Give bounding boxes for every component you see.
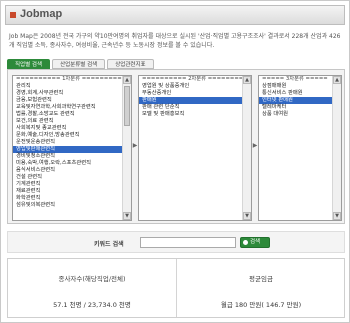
list-item[interactable]: 부동산중개인 xyxy=(139,90,242,97)
list-item[interactable]: 영업원 및 상품중개인 xyxy=(139,83,242,90)
keyword-search-bar: 키워드 검색 검색 xyxy=(7,231,345,253)
list-item[interactable]: 판매 관련 단순직 xyxy=(139,104,242,111)
tab-occupation-search[interactable]: 직업별 검색 xyxy=(7,59,51,69)
list-item[interactable]: 모델 및 판매홍보직 xyxy=(139,111,242,118)
list-item[interactable]: 상품 대여원 xyxy=(259,111,332,118)
level1-scrollbar[interactable]: ▲ ▼ xyxy=(122,76,131,220)
list-header: ========== 1차분류 ========== xyxy=(16,76,122,82)
scroll-up-icon[interactable]: ▲ xyxy=(243,76,251,84)
list-header: ===== 3차분류 ===== xyxy=(262,76,328,82)
tab-commerce-indicators[interactable]: 상업관련지표 xyxy=(107,59,154,69)
scroll-up-icon[interactable]: ▲ xyxy=(333,76,341,84)
level1-items: ========== 1차분류 ========== 관리직 경영,회계,사무관련직… xyxy=(13,76,122,220)
list-item[interactable]: 텔레마케터 xyxy=(259,104,332,111)
level3-category-list[interactable]: ===== 3차분류 ===== 상점매매원 통신서비스 판매원 인터넷 판매원 텔레마… xyxy=(258,75,342,221)
scroll-thumb[interactable] xyxy=(124,86,130,126)
title-bar: Jobmap xyxy=(5,5,345,25)
page-title: Jobmap xyxy=(20,8,63,20)
list-item[interactable]: 재료관련직 xyxy=(13,188,122,195)
keyword-search-label: 키워드 검색 xyxy=(94,241,124,248)
intro-text: Job Map은 2008년 전국 가구의 약10만여명의 취업자를 대상으로 … xyxy=(9,33,341,49)
scroll-up-icon[interactable]: ▲ xyxy=(123,76,131,84)
average-wage-value: 월급 180 만원( 146.7 만원) xyxy=(220,301,302,309)
search-tabs: 직업별 검색 산업분류별 검색 상업관련지표 xyxy=(7,59,154,69)
level2-items: ========== 2차분류 ========== 영업원 및 상품중개인 부동산… xyxy=(139,76,242,220)
list-item[interactable]: 화학관련직 xyxy=(13,195,122,202)
worker-count-label: 종사자수(해당직업/전체) xyxy=(58,275,126,283)
list-item[interactable]: 판매원 xyxy=(139,97,242,104)
list-item[interactable]: 통신서비스 판매원 xyxy=(259,90,332,97)
average-wage-label: 평균임금 xyxy=(249,275,273,283)
stats-panel: 종사자수(해당직업/전체) 57.1 천명 / 23,734.0 천명 평균임금… xyxy=(7,258,345,318)
list-item[interactable]: 금융,보험관련직 xyxy=(13,97,122,104)
level1-category-list[interactable]: ========== 1차분류 ========== 관리직 경영,회계,사무관련직… xyxy=(12,75,132,221)
classification-panel: ========== 1차분류 ========== 관리직 경영,회계,사무관련직… xyxy=(7,69,345,224)
search-button[interactable]: 검색 xyxy=(240,237,270,248)
list-item[interactable]: 교육및자연과학,사회과학연구관련직 xyxy=(13,104,122,111)
list-item[interactable]: 보건,의료 관련직 xyxy=(13,118,122,125)
list-item[interactable]: 법률,경찰,소방교도 관련직 xyxy=(13,111,122,118)
list-item[interactable]: 건설 관련직 xyxy=(13,174,122,181)
level3-scrollbar[interactable]: ▲ ▼ xyxy=(332,76,341,220)
list-item[interactable]: 영업및판매관련직 xyxy=(13,146,122,153)
keyword-search-input[interactable] xyxy=(140,237,236,248)
list-item[interactable]: 관리직 xyxy=(13,83,122,90)
list-item[interactable]: 문화,예술,디자인,방송관련직 xyxy=(13,132,122,139)
worker-count-value: 57.1 천명 / 23,734.0 천명 xyxy=(53,301,131,309)
list-item[interactable]: 사회복지및 종교관련직 xyxy=(13,125,122,132)
level2-category-list[interactable]: ========== 2차분류 ========== 영업원 및 상품중개인 부동산… xyxy=(138,75,252,221)
list-item[interactable]: 운전및운송관련직 xyxy=(13,139,122,146)
list-header: ========== 2차분류 ========== xyxy=(142,76,242,82)
list-item[interactable]: 상점매매원 xyxy=(259,83,332,90)
list-item[interactable]: 섬유및의복관련직 xyxy=(13,202,122,209)
scroll-down-icon[interactable]: ▼ xyxy=(123,212,131,220)
level2-scrollbar[interactable]: ▲ ▼ xyxy=(242,76,251,220)
list-item[interactable]: 경영,회계,사무관련직 xyxy=(13,90,122,97)
search-go-icon xyxy=(243,240,248,245)
search-button-label: 검색 xyxy=(250,239,261,245)
level3-items: ===== 3차분류 ===== 상점매매원 통신서비스 판매원 인터넷 판매원 텔레마… xyxy=(259,76,332,220)
list-item[interactable]: 기계관련직 xyxy=(13,181,122,188)
title-bullet-icon xyxy=(10,12,16,18)
list-item[interactable]: 음식서비스관련직 xyxy=(13,167,122,174)
scroll-down-icon[interactable]: ▼ xyxy=(243,212,251,220)
tab-industry-search[interactable]: 산업분류별 검색 xyxy=(52,59,106,69)
list-item[interactable]: 경비및청소관련직 xyxy=(13,153,122,160)
jobmap-window: Jobmap Job Map은 2008년 전국 가구의 약10만여명의 취업자… xyxy=(0,0,350,323)
list-item[interactable]: 인터넷 판매원 xyxy=(259,97,332,104)
list-item[interactable]: 미용,숙박,여행,오락,스포츠관련직 xyxy=(13,160,122,167)
scroll-down-icon[interactable]: ▼ xyxy=(333,212,341,220)
